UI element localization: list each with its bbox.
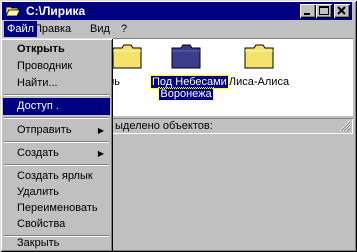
maximize-button[interactable] bbox=[316, 4, 332, 18]
minimize-button[interactable] bbox=[300, 4, 316, 18]
folder-label: Лиса-Алиса bbox=[228, 76, 290, 88]
menu-file-label: Файл bbox=[7, 23, 35, 35]
menu-item-properties[interactable]: Свойства bbox=[3, 216, 110, 233]
folder-icon bbox=[112, 44, 142, 69]
menu-help-label: ? bbox=[121, 23, 128, 35]
folder-label-line1: Под Небесами bbox=[150, 75, 229, 89]
menu-item-new[interactable]: Создать ▶ bbox=[3, 145, 110, 162]
menu-item-open-label: Открыть bbox=[17, 43, 65, 55]
menu-item-explorer-label: Проводник bbox=[17, 60, 73, 72]
menu-separator bbox=[4, 164, 109, 166]
menu-help[interactable]: ? bbox=[118, 21, 130, 37]
window-title: C:\Лирика bbox=[26, 4, 86, 18]
menu-item-close[interactable]: Закрыть bbox=[3, 235, 110, 252]
close-icon bbox=[337, 6, 346, 15]
menu-item-rename[interactable]: Переименовать bbox=[3, 200, 110, 217]
menu-item-create-shortcut[interactable]: Создать ярлык bbox=[3, 168, 110, 185]
menu-item-properties-label: Свойства bbox=[17, 218, 66, 230]
menu-separator bbox=[4, 141, 109, 143]
menu-separator bbox=[4, 117, 109, 119]
menu-item-new-label: Создать bbox=[17, 147, 59, 159]
menu-item-rename-label: Переименовать bbox=[17, 202, 98, 214]
menu-item-delete[interactable]: Удалить bbox=[3, 184, 110, 201]
menu-item-find[interactable]: Найти... bbox=[3, 75, 110, 92]
menu-bar: Файл Правка Вид ? bbox=[2, 20, 352, 38]
maximize-icon bbox=[319, 6, 329, 15]
menu-edit[interactable]: Правка bbox=[31, 21, 74, 37]
menu-item-sharing[interactable]: Доступ . bbox=[3, 98, 110, 115]
folder-icon bbox=[171, 44, 201, 69]
menu-edit-label: Правка bbox=[34, 23, 72, 35]
folder-label-line2: Воронежа bbox=[158, 87, 214, 101]
menu-item-sharing-label: Доступ . bbox=[17, 100, 59, 112]
menu-item-open[interactable]: Открыть bbox=[3, 41, 110, 58]
close-button[interactable] bbox=[334, 4, 350, 18]
file-menu-dropdown: Открыть Проводник Найти... Доступ . Отпр… bbox=[0, 38, 113, 252]
submenu-arrow-icon: ▶ bbox=[97, 149, 104, 158]
submenu-arrow-icon: ▶ bbox=[97, 126, 104, 135]
menu-item-send-to-label: Отправить bbox=[17, 124, 72, 136]
minimize-icon bbox=[304, 13, 310, 15]
menu-separator bbox=[4, 94, 109, 96]
menu-item-delete-label: Удалить bbox=[17, 186, 59, 198]
status-text: ыделено объектов: bbox=[115, 120, 213, 132]
folder-icon bbox=[244, 44, 274, 69]
menu-item-create-shortcut-label: Создать ярлык bbox=[17, 170, 93, 182]
title-bar[interactable]: C:\Лирика bbox=[2, 2, 352, 20]
menu-view-label: Вид bbox=[90, 23, 110, 35]
menu-item-close-label: Закрыть bbox=[17, 237, 60, 249]
folder-label: Под Небесами Воронежа bbox=[150, 75, 229, 101]
menu-item-send-to[interactable]: Отправить ▶ bbox=[3, 122, 110, 139]
open-folder-icon bbox=[5, 6, 21, 17]
menu-view[interactable]: Вид bbox=[87, 21, 113, 37]
menu-item-explorer[interactable]: Проводник bbox=[3, 58, 110, 75]
resize-grip-icon[interactable] bbox=[339, 120, 351, 132]
menu-item-find-label: Найти... bbox=[17, 77, 58, 89]
